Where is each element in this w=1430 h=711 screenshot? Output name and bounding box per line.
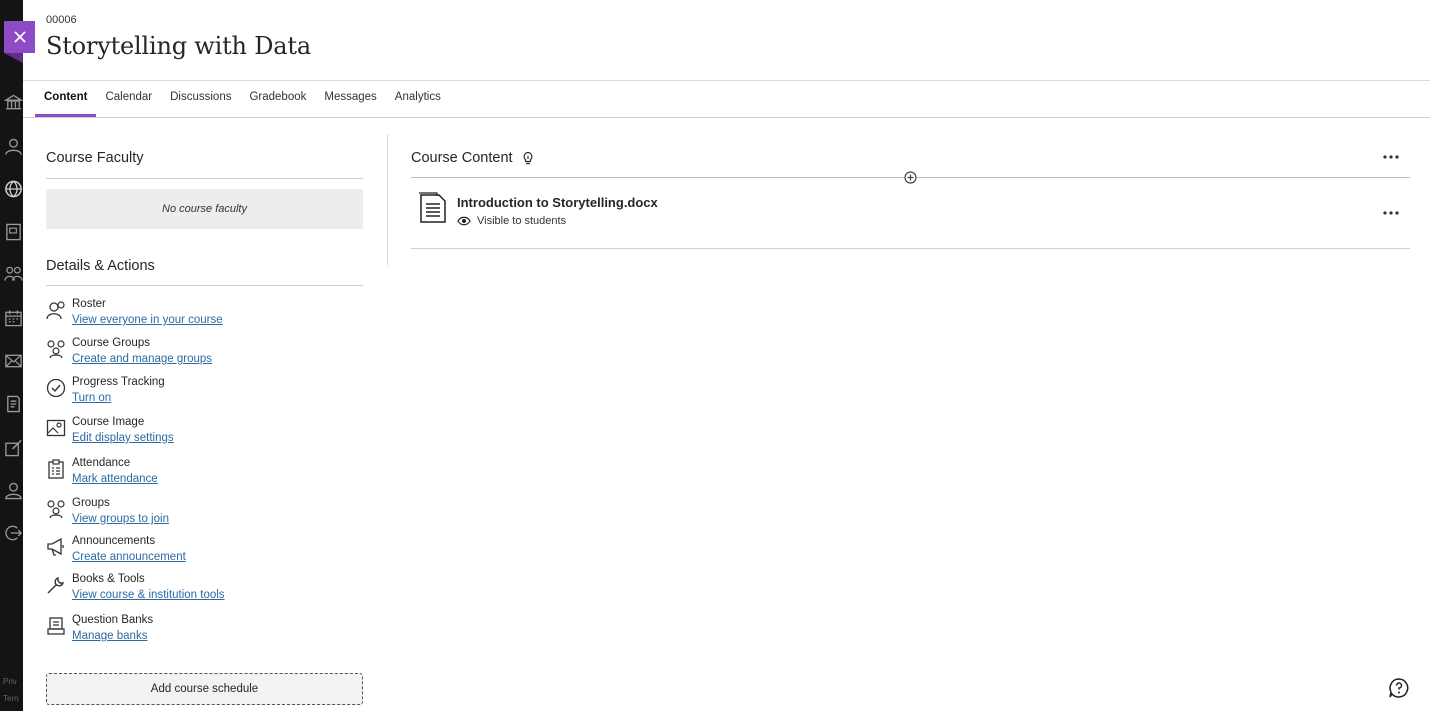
- detail-books-tools: Books & Tools View course & institution …: [46, 573, 366, 607]
- detail-title: Roster: [72, 298, 106, 310]
- course-faculty-heading: Course Faculty: [46, 150, 144, 166]
- detail-course-groups: Course Groups Create and manage groups: [46, 337, 366, 371]
- view-groups-link[interactable]: View groups to join: [72, 513, 169, 525]
- add-course-schedule-button[interactable]: Add course schedule: [46, 673, 363, 705]
- document-icon: [418, 192, 450, 224]
- course-content-heading: Course Content: [411, 150, 513, 166]
- tab-content[interactable]: Content: [35, 81, 97, 117]
- courses-icon[interactable]: [4, 222, 23, 242]
- content-item: Introduction to Storytelling.docx Visibl…: [411, 186, 1410, 248]
- profile-icon[interactable]: [4, 137, 23, 157]
- question-bank-icon: [46, 616, 66, 636]
- no-faculty-placeholder: No course faculty: [46, 189, 363, 229]
- detail-title: Course Groups: [72, 337, 150, 349]
- details-divider: [46, 285, 363, 286]
- detail-title: Progress Tracking: [72, 376, 165, 388]
- terms-link[interactable]: Tern: [3, 694, 19, 704]
- close-icon: [13, 31, 26, 43]
- detail-roster: Roster View everyone in your course: [46, 298, 366, 332]
- privacy-link[interactable]: Priv: [3, 677, 17, 687]
- tab-calendar[interactable]: Calendar: [96, 81, 161, 117]
- tabs-divider: [23, 117, 1430, 118]
- megaphone-icon: [46, 537, 66, 557]
- detail-progress-tracking: Progress Tracking Turn on: [46, 376, 366, 410]
- user-icon[interactable]: [4, 481, 23, 501]
- manage-banks-link[interactable]: Manage banks: [72, 630, 147, 642]
- create-announcement-link[interactable]: Create announcement: [72, 551, 186, 563]
- globe-icon[interactable]: [4, 179, 23, 199]
- grades-icon[interactable]: [4, 394, 23, 414]
- details-actions-heading: Details & Actions: [46, 258, 155, 274]
- tab-messages[interactable]: Messages: [315, 81, 385, 117]
- visibility-label: Visible to students: [477, 215, 567, 227]
- course-content-more-button[interactable]: [1381, 151, 1401, 163]
- detail-title: Groups: [72, 497, 110, 509]
- detail-attendance: Attendance Mark attendance: [46, 457, 366, 491]
- detail-course-image: Course Image Edit display settings: [46, 416, 366, 450]
- close-tab-tail: [4, 53, 23, 63]
- detail-question-banks: Question Banks Manage banks: [46, 614, 366, 648]
- eye-icon: [457, 216, 471, 226]
- course-id: 00006: [46, 14, 77, 26]
- help-button[interactable]: [1388, 677, 1410, 699]
- mark-attendance-link[interactable]: Mark attendance: [72, 473, 158, 485]
- tools-icon[interactable]: [4, 438, 23, 458]
- tab-analytics[interactable]: Analytics: [386, 81, 450, 117]
- visibility-toggle[interactable]: Visible to students: [457, 215, 566, 227]
- sign-out-icon[interactable]: [4, 523, 23, 543]
- detail-groups: Groups View groups to join: [46, 497, 366, 531]
- edit-display-settings-link[interactable]: Edit display settings: [72, 432, 174, 444]
- checkmark-circle-icon: [46, 378, 66, 398]
- wrench-icon: [46, 575, 66, 595]
- detail-title: Question Banks: [72, 614, 154, 626]
- no-faculty-text: No course faculty: [162, 203, 247, 215]
- detail-title: Announcements: [72, 535, 156, 547]
- content-item-title[interactable]: Introduction to Storytelling.docx: [457, 195, 658, 210]
- calendar-icon[interactable]: [4, 308, 23, 328]
- lightbulb-icon[interactable]: [521, 151, 535, 165]
- plus-circle-icon: [904, 171, 917, 184]
- tab-gradebook[interactable]: Gradebook: [240, 81, 315, 117]
- more-options-icon: [1383, 155, 1399, 159]
- detail-title: Books & Tools: [72, 573, 145, 585]
- faculty-divider: [46, 178, 363, 179]
- groups-icon: [46, 499, 66, 519]
- turn-on-progress-link[interactable]: Turn on: [72, 392, 111, 404]
- close-course-button[interactable]: [4, 21, 35, 53]
- manage-groups-link[interactable]: Create and manage groups: [72, 353, 212, 365]
- content-item-divider: [411, 248, 1410, 249]
- page-title: Storytelling with Data: [46, 32, 311, 60]
- roster-icon: [46, 300, 66, 320]
- detail-title: Course Image: [72, 416, 145, 428]
- add-course-schedule-label: Add course schedule: [150, 683, 259, 695]
- detail-announcements: Announcements Create announcement: [46, 535, 366, 569]
- detail-title: Attendance: [72, 457, 131, 469]
- add-content-button[interactable]: [904, 171, 917, 184]
- organizations-icon[interactable]: [4, 264, 23, 284]
- messages-icon[interactable]: [4, 351, 23, 371]
- more-options-icon: [1383, 211, 1399, 215]
- help-icon: [1389, 678, 1409, 698]
- course-tabs: Content Calendar Discussions Gradebook M…: [35, 81, 450, 117]
- tab-discussions[interactable]: Discussions: [161, 81, 240, 117]
- institution-icon[interactable]: [4, 93, 23, 113]
- clipboard-icon: [46, 459, 66, 479]
- global-nav-rail: Priv Tern: [0, 0, 23, 711]
- course-content-header: Course Content: [411, 150, 535, 166]
- column-divider: [387, 134, 388, 265]
- image-icon: [46, 418, 66, 438]
- groups-icon: [46, 339, 66, 359]
- content-item-more-button[interactable]: [1381, 207, 1401, 219]
- view-roster-link[interactable]: View everyone in your course: [72, 314, 223, 326]
- view-tools-link[interactable]: View course & institution tools: [72, 589, 225, 601]
